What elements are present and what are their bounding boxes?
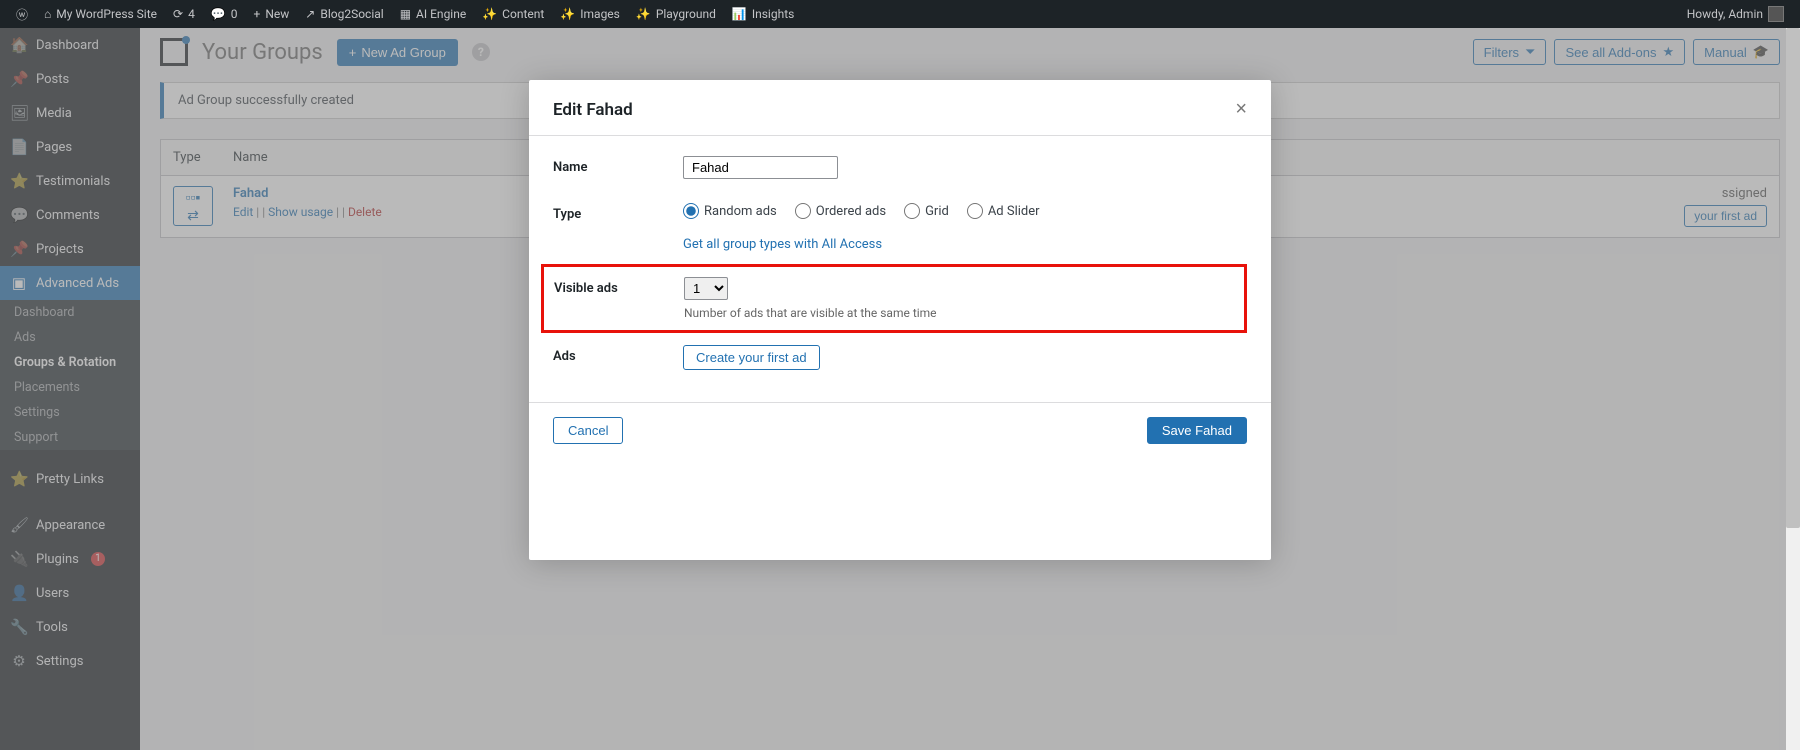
name-input[interactable] — [683, 156, 838, 179]
visible-ads-select[interactable]: 1 — [684, 277, 728, 300]
scroll-thumb[interactable] — [1786, 28, 1800, 528]
type-ordered-radio[interactable]: Ordered ads — [795, 203, 886, 219]
sparkle-icon: ✨ — [482, 7, 497, 21]
visible-ads-help: Number of ads that are visible at the sa… — [684, 306, 1234, 320]
wp-logo[interactable]: ⓦ — [8, 0, 36, 28]
sparkle-icon: ✨ — [560, 7, 575, 21]
visible-ads-highlight: Visible ads 1 Number of ads that are vis… — [541, 264, 1247, 333]
new-label: New — [265, 7, 289, 21]
modal-title: Edit Fahad — [553, 100, 633, 120]
new-link[interactable]: + New — [246, 0, 298, 28]
name-label: Name — [553, 156, 683, 175]
topbar-content[interactable]: ✨Content — [474, 0, 552, 28]
updates-count: 4 — [188, 7, 195, 21]
site-name: My WordPress Site — [56, 7, 157, 21]
topbar-blog2social[interactable]: ↗Blog2Social — [297, 0, 391, 28]
admin-bar: ⓦ ⌂My WordPress Site ⟳4 💬0 +New ↗Blog2So… — [0, 0, 1800, 28]
comments-count: 0 — [231, 7, 238, 21]
topbar-insights[interactable]: 📊Insights — [724, 0, 802, 28]
topbar-ai-engine[interactable]: ▦AI Engine — [392, 0, 475, 28]
close-icon: × — [1235, 98, 1247, 120]
external-icon: ↗ — [305, 7, 315, 21]
comments-link[interactable]: 💬0 — [203, 0, 246, 28]
topbar-playground[interactable]: ✨Playground — [628, 0, 724, 28]
type-grid-radio[interactable]: Grid — [904, 203, 949, 219]
site-link[interactable]: ⌂ My WordPress Site — [36, 0, 165, 28]
grid-icon: ▦ — [400, 7, 411, 21]
updates-link[interactable]: ⟳4 — [165, 0, 203, 28]
account-link[interactable]: Howdy, Admin — [1679, 0, 1792, 28]
update-icon: ⟳ — [173, 7, 183, 21]
comment-icon: 💬 — [211, 7, 226, 21]
modal-close-button[interactable]: × — [1235, 98, 1247, 121]
greeting-text: Howdy, Admin — [1687, 7, 1763, 21]
type-slider-radio[interactable]: Ad Slider — [967, 203, 1040, 219]
page-scrollbar[interactable] — [1786, 28, 1800, 750]
cancel-button[interactable]: Cancel — [553, 417, 623, 444]
type-label: Type — [553, 203, 683, 222]
topbar-images[interactable]: ✨Images — [552, 0, 628, 28]
all-access-link[interactable]: Get all group types with All Access — [683, 237, 882, 252]
home-icon: ⌂ — [44, 7, 51, 21]
chart-icon: 📊 — [732, 7, 747, 21]
visible-ads-label: Visible ads — [554, 277, 684, 296]
create-first-ad-button[interactable]: Create your first ad — [683, 345, 820, 370]
plus-icon: + — [254, 7, 261, 21]
type-random-radio[interactable]: Random ads — [683, 203, 777, 219]
save-button[interactable]: Save Fahad — [1147, 417, 1247, 444]
edit-group-modal: Edit Fahad × Name Type Random ads Ordere… — [529, 80, 1271, 560]
wordpress-icon: ⓦ — [16, 6, 28, 23]
sparkle-icon: ✨ — [636, 7, 651, 21]
avatar-icon — [1768, 6, 1784, 22]
ads-label: Ads — [553, 345, 683, 364]
